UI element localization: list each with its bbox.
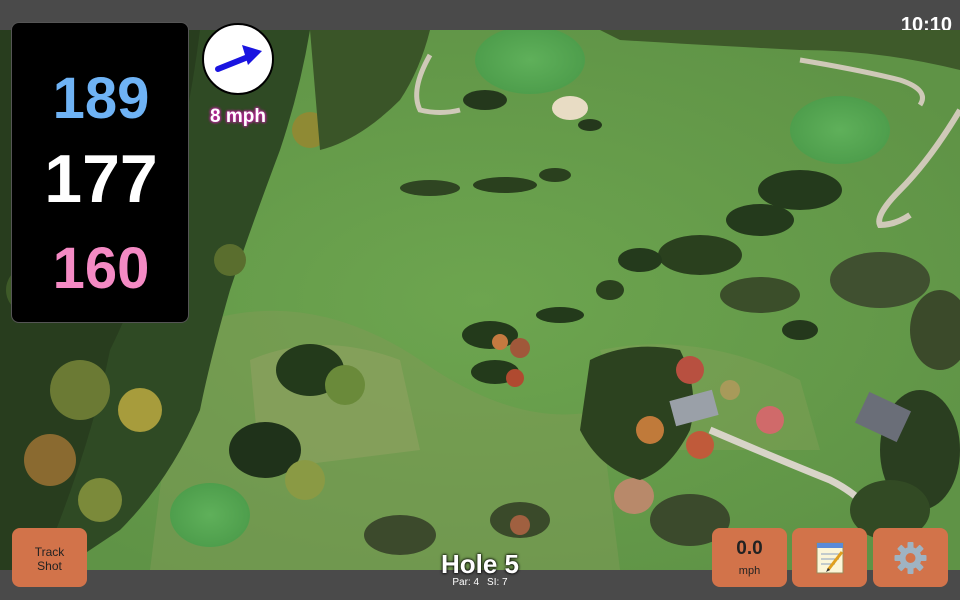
distance-front: 160 <box>52 236 150 301</box>
notepad-icon <box>816 542 844 574</box>
track-shot-label-line1: Track <box>34 545 65 559</box>
hole-par: Par: 4 <box>452 577 480 588</box>
distance-panel: 189 177 160 <box>11 22 189 323</box>
hole-title: Hole 5 <box>440 549 520 579</box>
track-shot-label-line2: Shot <box>37 559 62 573</box>
wind-indicator[interactable] <box>202 23 274 95</box>
distance-middle: 177 <box>44 141 158 217</box>
wind-speed-label: 8 mph <box>210 106 266 127</box>
ball-speed-value: 0.0 <box>736 538 763 559</box>
hole-info: Par: 4 SI: 7 <box>380 577 580 588</box>
gear-icon <box>894 542 927 574</box>
scorecard-button[interactable] <box>792 528 867 587</box>
distance-back: 189 <box>52 66 150 131</box>
ball-speed-button[interactable]: 0.0 mph <box>712 528 787 587</box>
ball-speed-unit: mph <box>738 565 761 577</box>
settings-button[interactable] <box>873 528 948 587</box>
track-shot-button[interactable]: Track Shot <box>12 528 87 587</box>
wind-arrow-icon <box>215 45 262 72</box>
hole-si: SI: 7 <box>487 577 508 588</box>
